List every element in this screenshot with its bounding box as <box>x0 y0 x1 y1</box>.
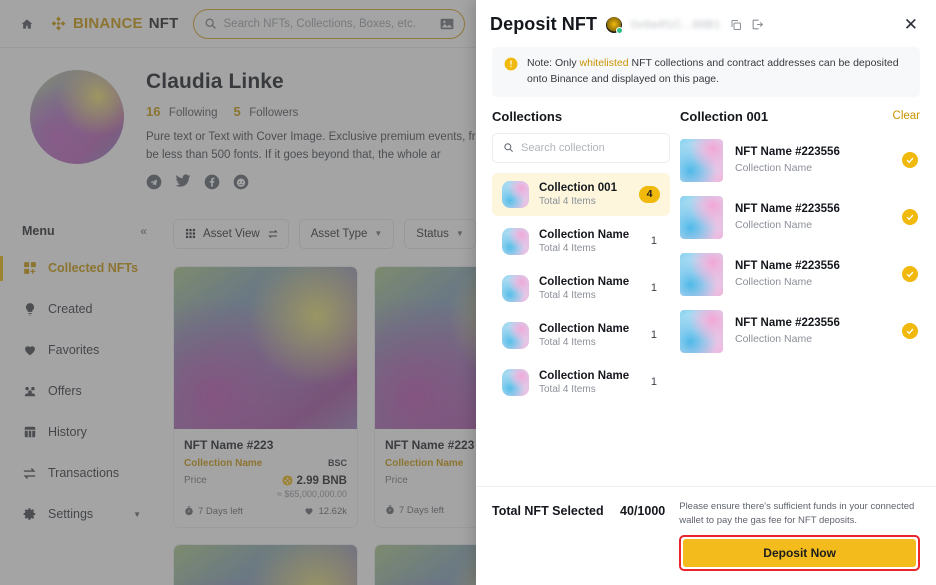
nft-name: NFT Name #223556 <box>735 317 840 329</box>
nft-list-item[interactable]: NFT Name #223556 Collection Name <box>680 133 920 190</box>
nft-collection-name: Collection Name <box>735 162 813 174</box>
collection-thumbnail <box>502 321 529 349</box>
collection-count: 1 <box>650 282 657 294</box>
panel-footer: Total NFT Selected 40/1000 Please ensure… <box>476 485 936 585</box>
selected-collection-header: Collection 001 Clear <box>680 109 920 124</box>
deposit-now-button[interactable]: Deposit Now <box>683 539 916 567</box>
collection-name: Collection Name <box>539 322 630 335</box>
collection-count: 1 <box>650 376 657 388</box>
external-link-icon[interactable] <box>751 18 764 31</box>
collection-list-item[interactable]: Collection Name Total 4 Items 1 <box>492 267 670 310</box>
close-icon[interactable]: ✕ <box>904 16 918 33</box>
panel-body: Collections Search collection Collection… <box>476 97 936 486</box>
collections-title: Collections <box>492 108 563 124</box>
nft-thumbnail <box>680 309 723 353</box>
note-highlight: whitelisted <box>579 57 629 69</box>
collection-list: Collection 001 Total 4 Items 4 Collectio… <box>492 172 670 486</box>
nft-thumbnail <box>680 195 723 239</box>
search-icon <box>503 142 514 153</box>
copy-icon[interactable] <box>730 19 742 31</box>
nft-list-item[interactable]: NFT Name #223556 Collection Name <box>680 304 920 361</box>
selected-collection-title: Collection 001 <box>680 108 769 124</box>
whitelist-note-banner: Note: Only whitelisted NFT collections a… <box>492 47 920 97</box>
panel-title: Deposit NFT <box>490 14 598 34</box>
selected-nfts-column: Collection 001 Clear NFT Name #223556 Co… <box>680 109 920 486</box>
whitelist-note-text: Note: Only whitelisted NFT collections a… <box>527 56 908 88</box>
collection-search-input[interactable]: Search collection <box>492 132 670 163</box>
deposit-nft-panel: Deposit NFT 0x9a4f1C...88B1 ✕ Note: Only… <box>476 0 936 585</box>
nft-name: NFT Name #223556 <box>735 146 840 158</box>
collection-item-count: Total 4 Items <box>539 289 596 301</box>
check-icon[interactable] <box>902 323 918 339</box>
collection-item-count: Total 4 Items <box>539 336 596 348</box>
collection-thumbnail <box>502 368 529 396</box>
gas-fee-note: Please ensure there's sufficient funds i… <box>679 500 915 526</box>
collection-list-item[interactable]: Collection Name Total 4 Items 1 <box>492 314 670 357</box>
wallet-address: 0x9a4f1C...88B1 <box>631 18 721 31</box>
collection-item-count: Total 4 Items <box>539 195 596 207</box>
nft-thumbnail <box>680 252 723 296</box>
collection-item-count: Total 4 Items <box>539 242 596 254</box>
collection-item-count: Total 4 Items <box>539 383 596 395</box>
note-prefix: Note: Only <box>527 57 580 69</box>
warning-icon <box>504 57 518 71</box>
collection-name: Collection Name <box>539 369 630 382</box>
collection-count: 1 <box>650 235 657 247</box>
clear-button[interactable]: Clear <box>893 110 920 122</box>
total-selected-value: 40/1000 <box>620 503 666 518</box>
deposit-action-block: Please ensure there's sufficient funds i… <box>679 500 920 571</box>
collection-thumbnail <box>502 227 529 255</box>
wallet-avatar-icon <box>606 16 624 34</box>
check-icon[interactable] <box>902 152 918 168</box>
nft-collection-name: Collection Name <box>735 333 813 345</box>
collection-list-item[interactable]: Collection Name Total 4 Items 1 <box>492 220 670 263</box>
total-selected-block: Total NFT Selected 40/1000 <box>492 500 665 572</box>
nft-selection-list: NFT Name #223556 Collection Name NFT Nam… <box>680 133 920 486</box>
collection-count: 1 <box>650 329 657 341</box>
collection-thumbnail <box>502 274 529 302</box>
collection-list-item[interactable]: Collection 001 Total 4 Items 4 <box>492 172 670 216</box>
nft-name: NFT Name #223556 <box>735 260 840 272</box>
app-root: BINANCE NFT Search NFTs, Collections, Bo… <box>0 0 936 585</box>
collection-thumbnail <box>502 180 529 208</box>
panel-header: Deposit NFT 0x9a4f1C...88B1 ✕ <box>476 0 936 45</box>
nft-list-item[interactable]: NFT Name #223556 Collection Name <box>680 247 920 304</box>
nft-name: NFT Name #223556 <box>735 203 840 215</box>
collection-name: Collection Name <box>539 228 630 241</box>
check-icon[interactable] <box>902 209 918 225</box>
collection-search-placeholder: Search collection <box>521 141 605 154</box>
nft-collection-name: Collection Name <box>735 276 813 288</box>
deposit-button-highlight: Deposit Now <box>679 535 920 571</box>
collection-selected-badge: 4 <box>639 185 660 203</box>
collection-list-item[interactable]: Collection Name Total 4 Items 1 <box>492 361 670 404</box>
collection-name: Collection Name <box>539 275 630 288</box>
check-icon[interactable] <box>902 266 918 282</box>
collection-name: Collection 001 <box>539 181 617 194</box>
total-selected-label: Total NFT Selected <box>492 503 604 518</box>
nft-thumbnail <box>680 138 723 182</box>
collections-column: Collections Search collection Collection… <box>492 109 670 486</box>
nft-collection-name: Collection Name <box>735 219 813 231</box>
nft-list-item[interactable]: NFT Name #223556 Collection Name <box>680 190 920 247</box>
